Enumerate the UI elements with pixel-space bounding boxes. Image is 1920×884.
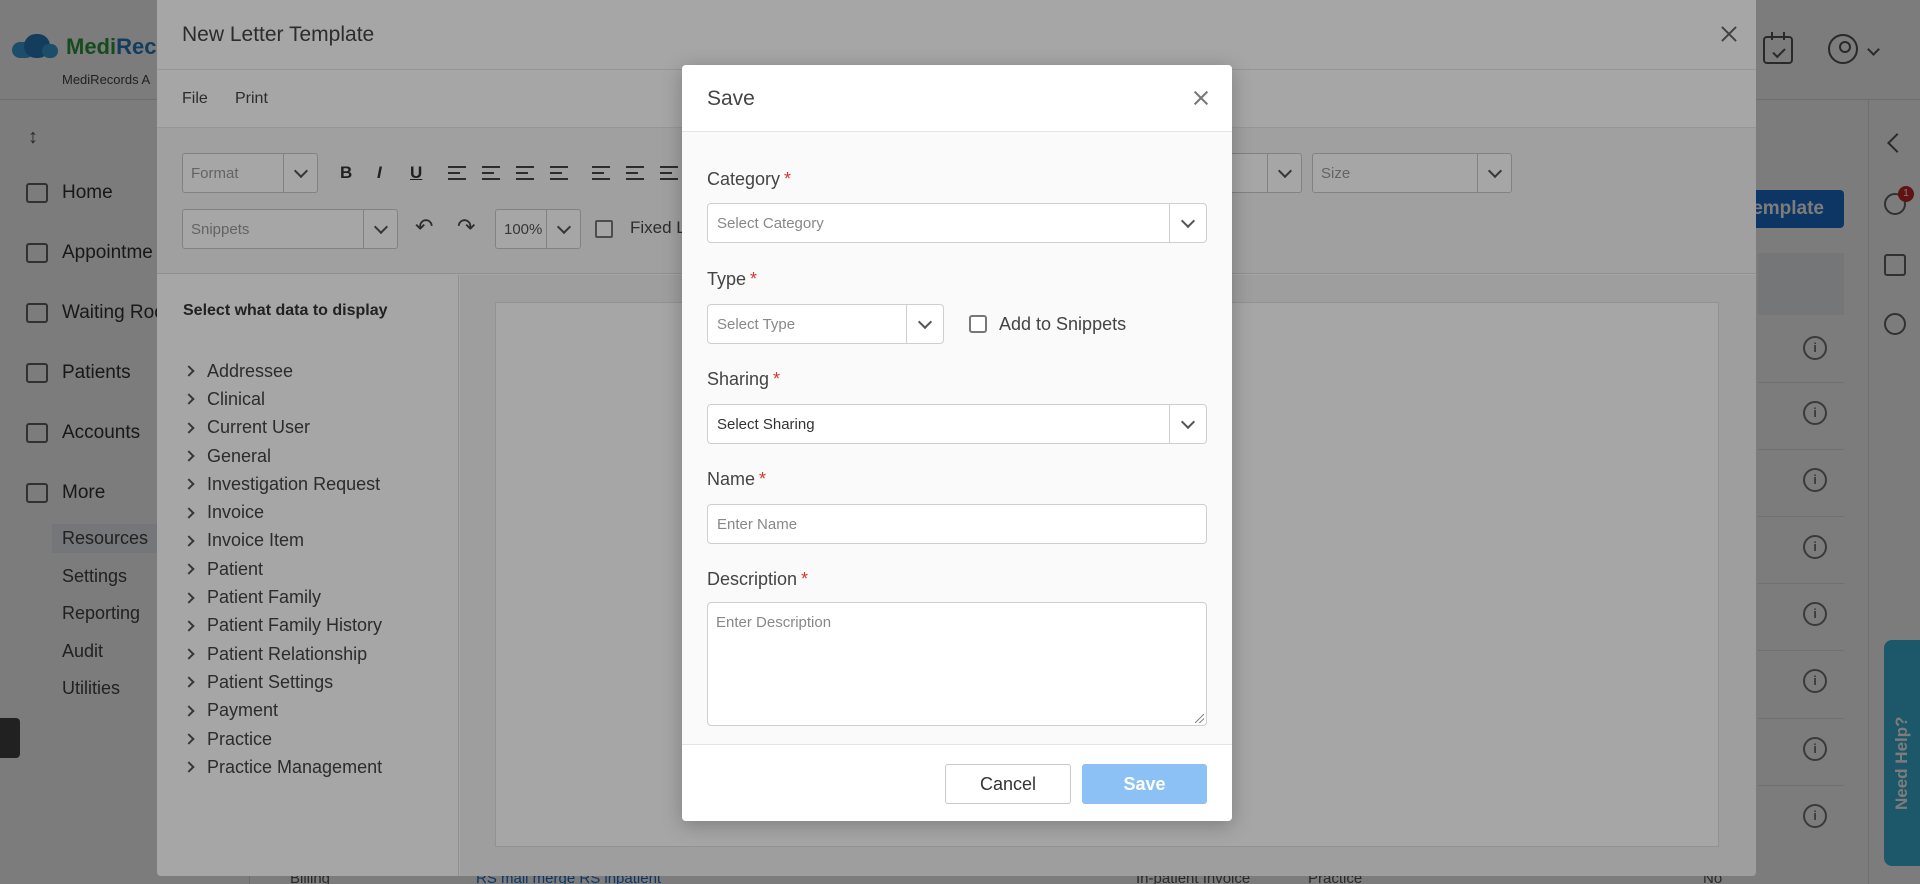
- category-label: Category *: [707, 169, 792, 189]
- sharing-select[interactable]: Select Sharing: [707, 404, 1207, 444]
- cancel-button[interactable]: Cancel: [945, 764, 1071, 804]
- type-label: Type *: [707, 269, 758, 289]
- save-dialog: Save Category * Select Category Type * Sel…: [682, 65, 1232, 821]
- save-dialog-header: Save: [682, 65, 1232, 132]
- add-to-snippets-label: Add to Snippets: [999, 314, 1127, 334]
- description-label: Description *: [707, 569, 809, 589]
- add-to-snippets-checkbox[interactable]: [969, 315, 987, 333]
- chevron-down-icon: [906, 305, 943, 343]
- sharing-label: Sharing *: [707, 369, 781, 389]
- description-textarea[interactable]: [707, 602, 1207, 726]
- chevron-down-icon: [1169, 405, 1206, 443]
- type-select[interactable]: Select Type: [707, 304, 944, 344]
- chevron-down-icon: [1169, 204, 1206, 242]
- name-input[interactable]: [707, 504, 1207, 544]
- close-icon[interactable]: [1192, 89, 1210, 107]
- resize-handle[interactable]: [1195, 714, 1204, 723]
- save-dialog-footer: Cancel Save: [682, 744, 1232, 821]
- save-dialog-title: Save: [707, 87, 755, 110]
- save-button[interactable]: Save: [1082, 764, 1207, 804]
- name-label: Name *: [707, 469, 767, 489]
- category-select[interactable]: Select Category: [707, 203, 1207, 243]
